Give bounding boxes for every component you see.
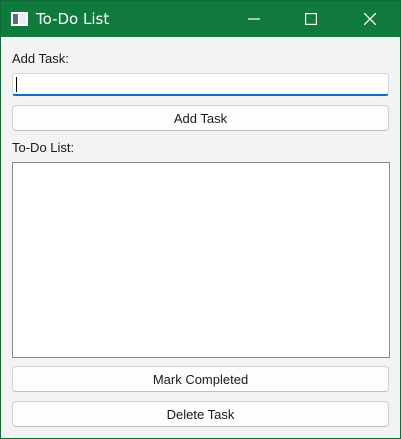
title-bar[interactable]: To-Do List xyxy=(1,1,400,37)
task-input[interactable] xyxy=(12,73,389,96)
todo-list-label: To-Do List: xyxy=(12,140,75,155)
window-title: To-Do List xyxy=(36,10,110,28)
add-task-label: Add Task: xyxy=(12,51,69,66)
todo-window: To-Do List Add Task: Add Task To-Do List… xyxy=(0,0,401,439)
app-window-icon xyxy=(11,12,28,26)
todo-listbox[interactable] xyxy=(12,162,390,358)
close-icon xyxy=(364,13,376,25)
close-button[interactable] xyxy=(347,1,393,37)
main-content: Add Task: Add Task To-Do List: Mark Comp… xyxy=(1,37,400,438)
minimize-button[interactable] xyxy=(231,1,277,37)
minimize-icon xyxy=(248,18,260,20)
maximize-icon xyxy=(305,13,317,25)
add-task-button[interactable]: Add Task xyxy=(12,105,389,131)
delete-task-button[interactable]: Delete Task xyxy=(12,401,389,427)
maximize-button[interactable] xyxy=(288,1,334,37)
text-cursor xyxy=(16,77,17,92)
mark-completed-button[interactable]: Mark Completed xyxy=(12,366,389,392)
